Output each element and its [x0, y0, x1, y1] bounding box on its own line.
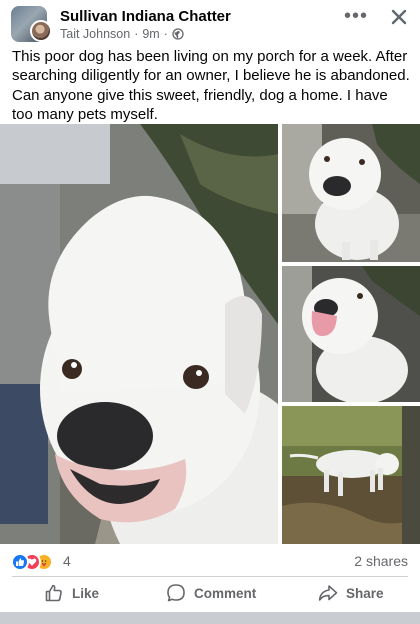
- post-timestamp[interactable]: 9m: [142, 27, 159, 41]
- dog-in-yard-photo[interactable]: [282, 406, 420, 544]
- like-reaction-icon: [11, 553, 29, 571]
- thumbs-up-icon: [45, 584, 62, 602]
- globe-icon: [172, 28, 184, 40]
- photo-grid: [0, 124, 420, 544]
- author-name-link[interactable]: Tait Johnson: [60, 27, 130, 41]
- reaction-icons[interactable]: [11, 553, 63, 571]
- dog-closeup-photo[interactable]: [0, 124, 278, 544]
- like-label: Like: [72, 585, 100, 601]
- meta-separator: ·: [163, 27, 168, 41]
- post-actions: Like Comment Share: [0, 578, 420, 610]
- feed-separator: [0, 612, 420, 624]
- comment-button[interactable]: Comment: [166, 578, 256, 608]
- post-meta: Tait Johnson · 9m ·: [60, 27, 184, 41]
- share-icon: [318, 585, 338, 601]
- meta-separator: ·: [134, 27, 139, 41]
- comment-label: Comment: [194, 585, 257, 601]
- post-header: Sullivan Indiana Chatter Tait Johnson · …: [0, 0, 420, 46]
- dog-tongue-photo[interactable]: [282, 266, 420, 402]
- dog-sitting-photo[interactable]: [282, 124, 420, 262]
- more-horizontal-icon: •••: [343, 5, 368, 27]
- divider: [12, 576, 408, 577]
- post-body-text: This poor dog has been living on my porc…: [12, 48, 410, 124]
- reaction-count[interactable]: 4: [63, 553, 71, 569]
- more-options-button[interactable]: •••: [342, 5, 370, 28]
- group-name-link[interactable]: Sullivan Indiana Chatter: [60, 8, 231, 25]
- share-button[interactable]: Share: [318, 578, 384, 608]
- comment-icon: [167, 584, 185, 602]
- shares-count[interactable]: 2 shares: [354, 553, 408, 569]
- author-avatar[interactable]: [30, 20, 52, 42]
- close-icon: [391, 9, 407, 25]
- like-button[interactable]: Like: [44, 578, 99, 608]
- reactions-summary: 4 2 shares: [0, 548, 420, 574]
- share-label: Share: [346, 585, 384, 601]
- close-button[interactable]: [386, 6, 412, 30]
